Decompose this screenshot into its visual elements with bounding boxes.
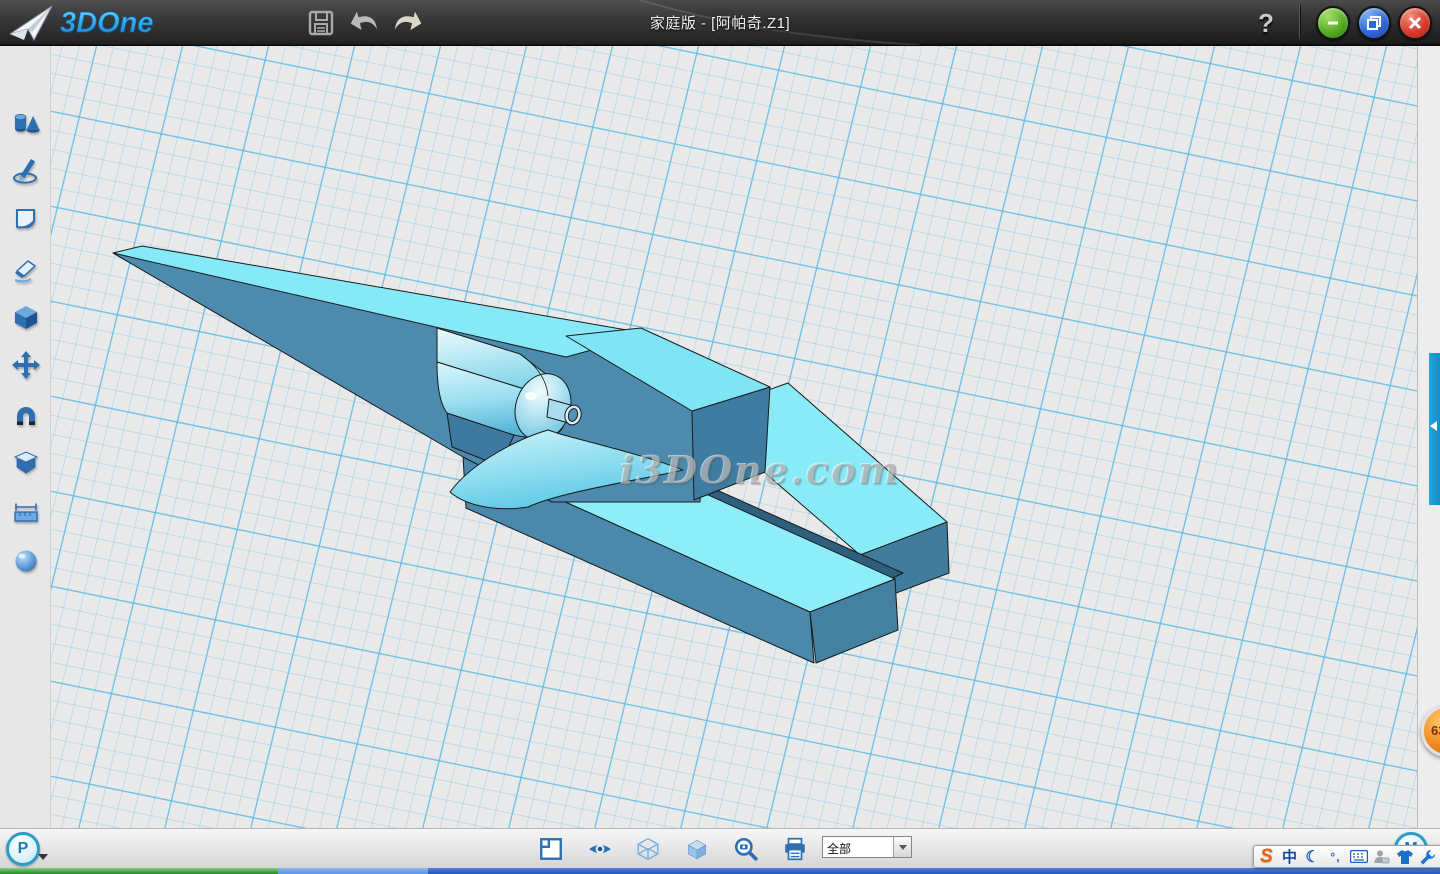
titlebar-divider: [1299, 5, 1300, 39]
wrench-icon: [1419, 849, 1436, 865]
ime-brand-icon[interactable]: S: [1256, 846, 1277, 867]
visibility-button[interactable]: [584, 833, 616, 865]
pml-launcher-letter: P: [18, 840, 29, 858]
sketch-pencil-icon: [11, 156, 41, 186]
print-button[interactable]: [779, 833, 811, 865]
primitives-icon: [11, 108, 41, 138]
ime-keyboard-button[interactable]: [1348, 846, 1369, 867]
tool-magnet[interactable]: [10, 399, 42, 431]
tool-cube[interactable]: [10, 301, 42, 333]
tool-material-sphere[interactable]: [10, 545, 42, 577]
measure-ruler-icon: [11, 498, 41, 528]
ime-fullwidth-moon-icon[interactable]: ☾: [1302, 846, 1323, 867]
close-icon: [1407, 15, 1423, 31]
person-icon: [1373, 849, 1390, 865]
bottom-toolbar: P: [0, 828, 1440, 869]
model-highlight: [525, 392, 537, 400]
eye-icon: [586, 836, 614, 862]
view-layout-button[interactable]: [535, 833, 567, 865]
cube-icon: [11, 302, 41, 332]
ime-toolbar: S 中 ☾ °,: [1253, 845, 1440, 868]
magnet-icon: [11, 400, 41, 430]
display-filter-dropdown[interactable]: 全部: [822, 836, 912, 858]
launcher-caret-icon[interactable]: [38, 854, 48, 860]
scene-svg: [0, 45, 1440, 828]
ime-settings-button[interactable]: [1417, 846, 1438, 867]
viewport-3d[interactable]: i3DOne.com 25 124.186 mm 63: [0, 45, 1440, 828]
help-button[interactable]: ?: [1248, 4, 1284, 42]
panel-collapse-tab[interactable]: [1429, 353, 1440, 505]
titlebar: 3DOne 家庭版 - [阿帕奇.Z1] ?: [0, 0, 1440, 46]
wireframe-cube-icon: [635, 836, 661, 862]
display-filter-value: 全部: [823, 837, 893, 857]
restore-icon: [1366, 15, 1382, 31]
sphere-icon: [11, 546, 41, 576]
restore-button[interactable]: [1357, 6, 1391, 40]
view-layout-icon: [538, 836, 564, 862]
dropdown-button[interactable]: [893, 837, 911, 857]
left-toolbar: [0, 45, 51, 828]
open-box-icon: [11, 448, 41, 478]
taskbar-start-segment[interactable]: [0, 868, 278, 874]
chevron-down-icon: [899, 845, 907, 850]
ime-skin-button[interactable]: [1394, 846, 1415, 867]
os-taskbar-edge[interactable]: [0, 868, 1440, 874]
shaded-view-button[interactable]: [681, 833, 713, 865]
pml-launcher-badge[interactable]: P: [6, 832, 40, 866]
move-arrows-icon: [11, 350, 41, 380]
tool-surface[interactable]: [10, 203, 42, 235]
tool-primitives[interactable]: [10, 107, 42, 139]
tool-move[interactable]: [10, 349, 42, 381]
keyboard-icon: [1350, 850, 1368, 863]
zoom-capture-button[interactable]: [730, 833, 762, 865]
taskbar-segment[interactable]: [428, 868, 1440, 874]
tshirt-icon: [1396, 849, 1414, 865]
ime-account-button[interactable]: [1371, 846, 1392, 867]
minimize-icon: [1325, 15, 1341, 31]
app-window: 3DOne 家庭版 - [阿帕奇.Z1] ?: [0, 0, 1440, 874]
eraser-icon: [11, 254, 41, 284]
ime-punctuation-toggle[interactable]: °,: [1325, 846, 1346, 867]
shaded-cube-icon: [684, 836, 710, 862]
tool-sketch[interactable]: [10, 155, 42, 187]
print-icon: [782, 836, 808, 862]
taskbar-active-segment[interactable]: [278, 868, 428, 874]
chevron-left-icon: [1430, 421, 1437, 431]
close-button[interactable]: [1398, 6, 1432, 40]
tool-measure[interactable]: [10, 497, 42, 529]
floating-badge-count: 63: [1431, 723, 1440, 738]
window-title: 家庭版 - [阿帕奇.Z1]: [0, 0, 1440, 45]
zoom-capture-icon: [733, 836, 759, 862]
minimize-button[interactable]: [1316, 6, 1350, 40]
tool-open-box[interactable]: [10, 447, 42, 479]
surface-sheet-icon: [11, 204, 41, 234]
tool-eraser[interactable]: [10, 253, 42, 285]
wireframe-view-button[interactable]: [632, 833, 664, 865]
ime-language-toggle[interactable]: 中: [1279, 846, 1300, 867]
